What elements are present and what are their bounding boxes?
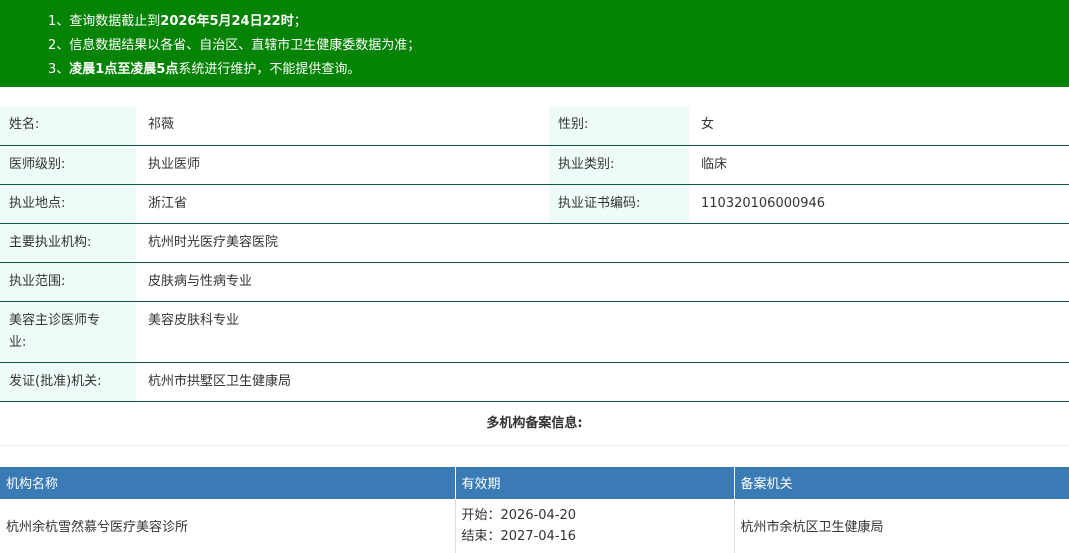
gender-value: 女 [689, 106, 1069, 146]
cert-value: 110320106000946 [689, 184, 1069, 224]
notice-line-1: 1、查询数据截止到2026年5月24日22时； [48, 10, 1069, 34]
notice-text: 1、查询数据截止到 [48, 14, 161, 29]
notice-maintenance-time: 凌晨1点至凌晨5点 [69, 62, 179, 77]
info-row: 医师级别: 执业医师 执业类别: 临床 [0, 145, 1069, 185]
notice-text: 系统进行维护，不能提供查询。 [178, 62, 361, 77]
notice-text: 3、 [48, 62, 70, 77]
period-end: 结束：2027-04-16 [461, 528, 577, 544]
info-row: 发证(批准)机关: 杭州市拱墅区卫生健康局 [0, 362, 1069, 402]
table-header-row: 机构名称 有效期 备案机关 [0, 466, 1069, 499]
row-org: 杭州余杭雪然慕兮医疗美容诊所 [0, 498, 456, 553]
cosmetic-value: 美容皮肤科专业 [136, 301, 1069, 363]
doctor-info-table: 姓名: 祁薇 性别: 女 医师级别: 执业医师 执业类别: 临床 执业地点: 浙… [0, 106, 1069, 402]
org-value: 杭州时光医疗美容医院 [136, 223, 1069, 263]
notice-date: 2026年5月24日22时 [160, 14, 294, 29]
category-label: 执业类别: [549, 145, 689, 185]
notice-banner: 1、查询数据截止到2026年5月24日22时； 2、信息数据结果以各省、自治区、… [0, 0, 1069, 87]
name-value: 祁薇 [136, 106, 549, 146]
table-row: 杭州余杭雪然慕兮医疗美容诊所 开始：2026-04-20 结束：2027-04-… [0, 498, 1069, 553]
cosmetic-label: 美容主诊医师专业: [0, 301, 136, 363]
info-row: 姓名: 祁薇 性别: 女 [0, 106, 1069, 146]
location-label: 执业地点: [0, 184, 136, 224]
notice-text: 2、信息数据结果以各省、自治区、直辖市卫生健康委数据为准； [48, 38, 421, 53]
info-row: 美容主诊医师专业: 美容皮肤科专业 [0, 301, 1069, 363]
col-header-authority: 备案机关 [734, 466, 1069, 499]
info-row: 主要执业机构: 杭州时光医疗美容医院 [0, 223, 1069, 263]
col-header-org: 机构名称 [0, 466, 456, 499]
col-header-period: 有效期 [455, 466, 735, 499]
org-label: 主要执业机构: [0, 223, 136, 263]
info-row: 执业范围: 皮肤病与性病专业 [0, 262, 1069, 302]
period-start: 开始：2026-04-20 [461, 507, 577, 523]
name-label: 姓名: [0, 106, 136, 146]
notice-line-3: 3、凌晨1点至凌晨5点系统进行维护，不能提供查询。 [48, 58, 1069, 82]
scope-label: 执业范围: [0, 262, 136, 302]
level-label: 医师级别: [0, 145, 136, 185]
issuer-label: 发证(批准)机关: [0, 362, 136, 402]
location-value: 浙江省 [136, 184, 549, 224]
multi-institution-title: 多机构备案信息: [0, 402, 1069, 446]
category-value: 临床 [689, 145, 1069, 185]
row-period: 开始：2026-04-20 结束：2027-04-16 [455, 498, 735, 553]
notice-line-2: 2、信息数据结果以各省、自治区、直辖市卫生健康委数据为准； [48, 34, 1069, 58]
cert-label: 执业证书编码: [549, 184, 689, 224]
issuer-value: 杭州市拱墅区卫生健康局 [136, 362, 1069, 402]
multi-institution-table: 机构名称 有效期 备案机关 杭州余杭雪然慕兮医疗美容诊所 开始：2026-04-… [0, 466, 1069, 553]
scope-value: 皮肤病与性病专业 [136, 262, 1069, 302]
level-value: 执业医师 [136, 145, 549, 185]
notice-text: ； [293, 14, 307, 29]
info-row: 执业地点: 浙江省 执业证书编码: 110320106000946 [0, 184, 1069, 224]
row-authority: 杭州市余杭区卫生健康局 [740, 520, 884, 535]
gender-label: 性别: [549, 106, 689, 146]
